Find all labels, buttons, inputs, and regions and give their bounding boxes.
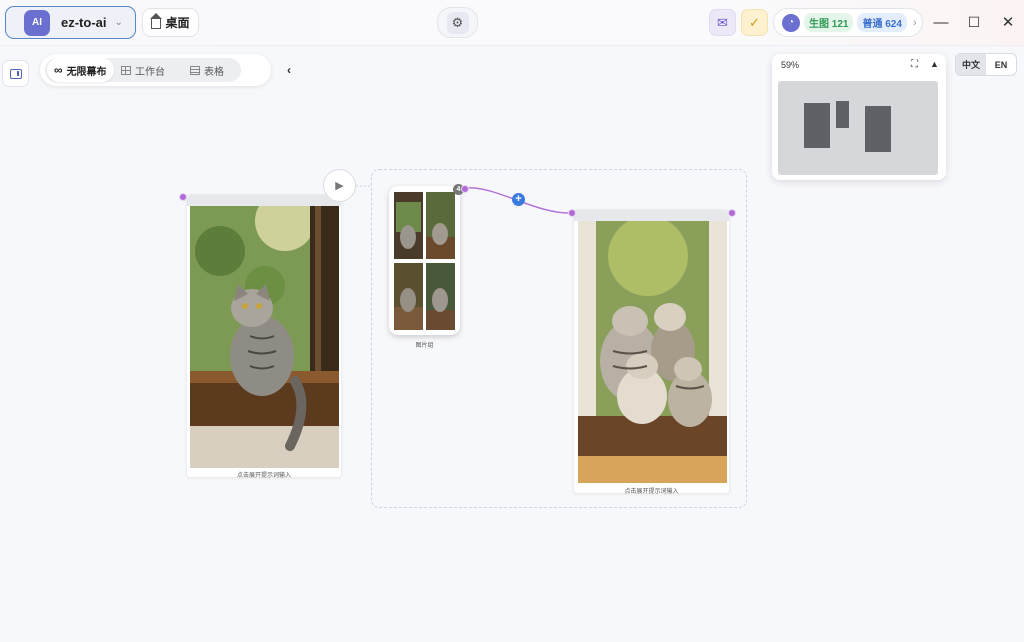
output-node-input-port[interactable] <box>568 209 576 217</box>
node-caption[interactable]: 点击展开提示词输入 <box>187 470 341 479</box>
photo-stack-thumbnails <box>394 192 455 330</box>
stack-output-port[interactable] <box>461 185 469 193</box>
node-caption[interactable]: 点击展开提示词输入 <box>574 486 729 495</box>
run-button[interactable]: ▶ <box>323 169 356 202</box>
add-node-button[interactable]: + <box>512 193 525 206</box>
node-header[interactable] <box>574 210 729 221</box>
node-header[interactable] <box>187 195 341 206</box>
input-port[interactable] <box>179 193 187 201</box>
cat-photo <box>190 206 339 468</box>
image-node-output[interactable]: 点击展开提示词输入 <box>573 209 730 495</box>
photo-stack-node[interactable] <box>389 186 460 335</box>
play-icon: ▶ <box>335 180 344 192</box>
image-node-input[interactable]: 点击展开提示词输入 <box>186 194 342 479</box>
photo-stack-caption[interactable]: 图片组 <box>389 340 460 349</box>
output-node-output-port[interactable] <box>728 209 736 217</box>
connector-layer <box>344 185 572 214</box>
cats-group-photo <box>578 221 727 483</box>
